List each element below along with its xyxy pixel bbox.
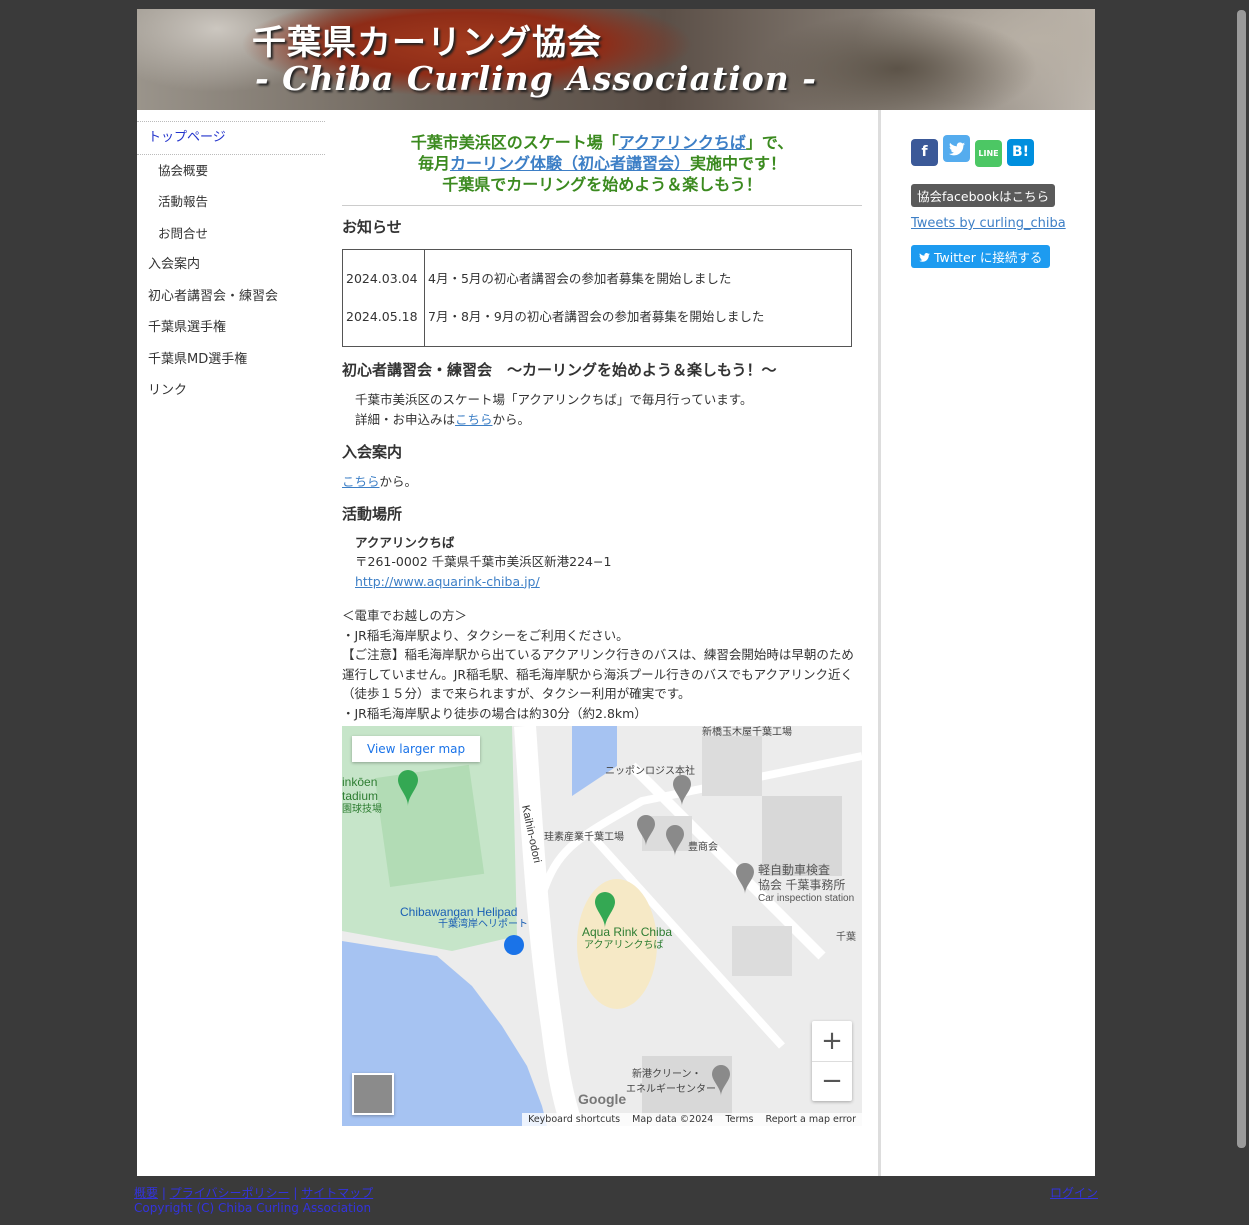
map-label-poi: 珪素産業千葉工場 xyxy=(544,830,624,843)
lesson-text: 千葉市美浜区のスケート場「アクアリンクちば」で毎月行っています。 xyxy=(355,392,753,407)
view-larger-map-button[interactable]: View larger map xyxy=(352,736,481,762)
access-text: ・JR稲毛海岸駅より、タクシーをご利用ください。 xyxy=(342,627,629,643)
nav-item-championship[interactable]: 千葉県選手権 xyxy=(137,312,325,344)
nav-item-md-championship[interactable]: 千葉県MD選手権 xyxy=(137,344,325,376)
nav-item-contact[interactable]: お問合せ xyxy=(137,218,325,250)
nav-item-top[interactable]: トップページ xyxy=(137,121,325,155)
news-heading: お知らせ xyxy=(342,218,402,236)
google-logo: Google xyxy=(578,1091,626,1107)
nav-item-lessons[interactable]: 初心者講習会・練習会 xyxy=(137,281,325,313)
footer-link-sitemap[interactable]: サイトマップ xyxy=(301,1186,373,1200)
nav-item-links[interactable]: リンク xyxy=(137,375,325,407)
lesson-text: 詳細・お申込みは xyxy=(355,411,456,427)
map-label-poi: 千葉 xyxy=(836,930,856,943)
footer-separator: | xyxy=(161,1186,166,1200)
map-label-helipad: 千葉湾岸ヘリポート xyxy=(438,917,528,930)
map-label-poi: 軽自動車検査 xyxy=(758,863,830,877)
nav-item-reports[interactable]: 活動報告 xyxy=(137,186,325,218)
site-title-en: - Chiba Curling Association - xyxy=(255,59,817,98)
headline-text: 千葉市美浜区のスケート場「 xyxy=(410,133,619,152)
news-date: 2024.03.04 xyxy=(346,271,418,286)
footer-separator: | xyxy=(293,1186,298,1200)
left-nav: トップページ 協会概要 活動報告 お問合せ 入会案内 初心者講習会・練習会 千葉… xyxy=(137,121,325,407)
map-canvas[interactable]: inkōen tadium 園球技場 Kaihin-odori Chibawan… xyxy=(342,726,862,1126)
site-banner: 千葉県カーリング協会 - Chiba Curling Association - xyxy=(137,9,1095,110)
map-label-stadium: inkōen xyxy=(342,775,377,789)
twitter-icon xyxy=(919,250,934,265)
vertical-scrollbar[interactable] xyxy=(1234,0,1249,1225)
venue-heading: 活動場所 xyxy=(342,504,403,523)
twitter-icon[interactable] xyxy=(943,135,970,162)
page-container: 千葉県カーリング協会 - Chiba Curling Association -… xyxy=(137,9,1095,1176)
venue-url-link[interactable]: http://www.aquarink-chiba.jp/ xyxy=(355,574,540,589)
map-label-poi: エネルギーセンター xyxy=(626,1083,716,1095)
join-link[interactable]: こちら xyxy=(342,474,380,489)
map-label-rink: アクアリンクちば xyxy=(584,939,664,951)
page-footer: 概要 | プライバシーポリシー | サイトマップ ログイン Copyright … xyxy=(134,1184,1098,1215)
headline-text: 」で、 xyxy=(745,133,794,152)
lesson-heading: 初心者講習会・練習会 ～カーリングを始めよう＆楽しもう！～ xyxy=(342,361,777,379)
map-label-poi: 新港クリーン・ xyxy=(632,1067,702,1080)
curling-experience-link[interactable]: カーリング体験（初心者講習会） xyxy=(450,154,690,173)
map-label-poi: Car inspection station xyxy=(758,893,854,904)
map-label-rink: Aqua Rink Chiba xyxy=(582,925,672,939)
map-label-poi: 協会 千葉事務所 xyxy=(758,877,845,892)
social-buttons: f LINE B! xyxy=(911,135,1039,167)
facebook-icon[interactable]: f xyxy=(911,139,938,166)
join-heading: 入会案内 xyxy=(342,443,403,461)
footer-link-about[interactable]: 概要 xyxy=(134,1186,158,1200)
news-date: 2024.05.18 xyxy=(346,309,418,324)
headline: 千葉市美浜区のスケート場「アクアリンクちば」で、 毎月カーリング体験（初心者講習… xyxy=(342,121,862,206)
copyright: Copyright (C) Chiba Curling Association xyxy=(134,1201,372,1215)
headline-text: 実施中です！ xyxy=(690,154,787,173)
map-label-poi: 豊商会 xyxy=(688,840,718,853)
map-label-stadium: tadium xyxy=(342,789,378,803)
facebook-page-button[interactable]: 協会facebookはこちら xyxy=(911,184,1056,207)
twitter-connect-button[interactable]: Twitter に接続する xyxy=(911,245,1051,268)
map-footer: Keyboard shortcuts Map data ©2024 Terms … xyxy=(522,1113,862,1126)
tweets-link[interactable]: Tweets by curling_chiba xyxy=(911,216,1066,231)
zoom-controls: + − xyxy=(812,1021,852,1101)
access-text: 【ご注意】稲毛海岸駅から出ているアクアリンク行きのバスは、練習会開始時は早朝のた… xyxy=(342,647,854,701)
terms-link[interactable]: Terms xyxy=(725,1114,753,1125)
venue-address: 〒261-0002 千葉県千葉市美浜区新港224−1 xyxy=(355,554,612,569)
access-info: ＜電車でお越しの方＞ ・JR稲毛海岸駅より、タクシーをご利用ください。 【ご注意… xyxy=(342,606,862,723)
report-map-error-link[interactable]: Report a map error xyxy=(766,1114,856,1125)
news-text: 4月・5月の初心者講習会の参加者募集を開始しました xyxy=(428,271,732,286)
map-label-poi: ニッポンロジス本社 xyxy=(605,764,695,777)
lesson-apply-link[interactable]: こちら xyxy=(455,412,493,427)
headline-text: 千葉県でカーリングを始めよう＆楽しもう！ xyxy=(442,175,762,194)
nav-item-join[interactable]: 入会案内 xyxy=(137,249,325,281)
lesson-text: から。 xyxy=(492,411,531,427)
map-label-poi: 新橋玉木屋千葉工場 xyxy=(702,726,792,738)
login-link[interactable]: ログイン xyxy=(1050,1184,1098,1201)
hatena-bookmark-icon[interactable]: B! xyxy=(1007,139,1034,166)
embedded-map[interactable]: inkōen tadium 園球技場 Kaihin-odori Chibawan… xyxy=(342,726,862,1126)
venue-name: アクアリンクちば xyxy=(355,534,455,550)
twitter-connect-label: Twitter に接続する xyxy=(933,250,1043,265)
site-title-ja: 千葉県カーリング協会 xyxy=(252,23,602,63)
map-label-stadium: 園球技場 xyxy=(342,802,382,815)
join-text: から。 xyxy=(379,474,418,489)
line-icon[interactable]: LINE xyxy=(975,140,1002,167)
satellite-toggle-icon[interactable] xyxy=(352,1073,394,1115)
zoom-out-icon[interactable]: − xyxy=(812,1062,852,1101)
zoom-in-icon[interactable]: + xyxy=(812,1021,852,1062)
right-sidebar: f LINE B! 協会facebookはこちら Tweets by curlin… xyxy=(878,110,1098,1176)
news-table: 2024.03.04 2024.05.18 4月・5月の初心者講習会の参加者募集… xyxy=(342,249,852,347)
headline-text: 毎月 xyxy=(417,154,450,173)
nav-item-about[interactable]: 協会概要 xyxy=(137,155,325,187)
news-text: 7月・8月・9月の初心者講習会の参加者募集を開始しました xyxy=(428,309,765,324)
map-data-text: Map data ©2024 xyxy=(632,1114,714,1125)
aquarink-link[interactable]: アクアリンクちば xyxy=(619,133,746,152)
map-label-helipad: Chibawangan Helipad xyxy=(400,905,517,919)
access-text: ・JR稲毛海岸駅より徒歩の場合は約30分（約2.8km） xyxy=(342,705,647,721)
keyboard-shortcuts-link[interactable]: Keyboard shortcuts xyxy=(528,1114,620,1125)
main-content: 千葉市美浜区のスケート場「アクアリンクちば」で、 毎月カーリング体験（初心者講習… xyxy=(342,121,862,1126)
access-text: ＜電車でお越しの方＞ xyxy=(342,608,468,623)
scrollbar-thumb[interactable] xyxy=(1237,10,1246,1148)
footer-link-privacy[interactable]: プライバシーポリシー xyxy=(170,1186,290,1200)
